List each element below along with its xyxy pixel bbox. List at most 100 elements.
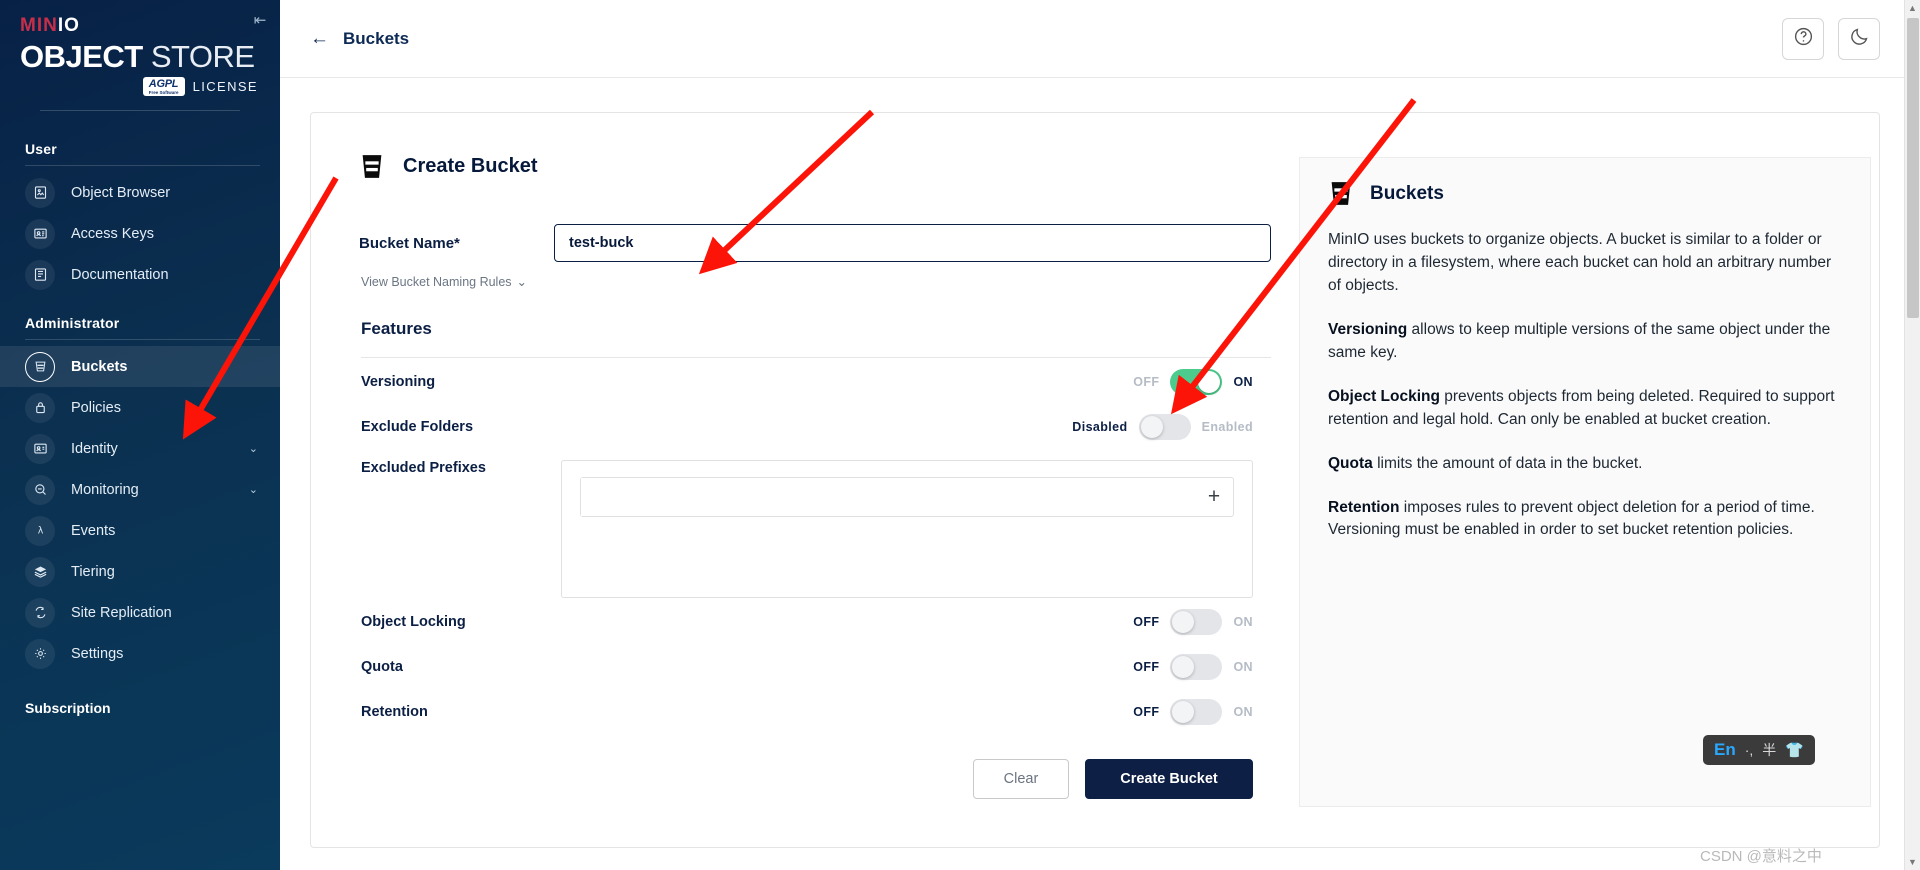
scroll-up-icon[interactable]: ▲: [1908, 3, 1917, 13]
features-heading: Features: [361, 318, 432, 338]
minio-io-text: IO: [57, 15, 80, 36]
shirt-icon[interactable]: 👕: [1785, 741, 1804, 759]
info-paragraph-versioning: Versioning allows to keep multiple versi…: [1328, 319, 1842, 365]
collapse-sidebar-button[interactable]: ⇤: [248, 8, 272, 32]
sidebar-item-object-browser[interactable]: Object Browser: [0, 172, 280, 213]
bucket-name-label: Bucket Name*: [359, 234, 460, 252]
sidebar-label: Documentation: [71, 266, 169, 283]
create-bucket-button[interactable]: Create Bucket: [1085, 758, 1253, 799]
clear-button[interactable]: Clear: [973, 758, 1069, 799]
sidebar-label: Site Replication: [71, 604, 172, 621]
bucket-icon: [25, 351, 55, 382]
sidebar-item-access-keys[interactable]: Access Keys: [0, 213, 280, 254]
bucket-icon: [1331, 182, 1351, 205]
sidebar-label: Policies: [71, 399, 121, 416]
info-paragraph-retention: Retention imposes rules to prevent objec…: [1328, 497, 1842, 543]
versioning-row: Versioning OFF ON: [351, 362, 1271, 403]
exclude-folders-toggle-area: Disabled Enabled: [561, 414, 1271, 440]
sidebar-item-tiering[interactable]: Tiering: [0, 551, 280, 592]
info-term-retention: Retention: [1328, 498, 1400, 516]
quota-toggle[interactable]: [1170, 654, 1223, 680]
breadcrumb-label: Buckets: [343, 28, 410, 48]
ime-punctuation-label: ·,: [1744, 742, 1754, 758]
sidebar-divider: [40, 110, 240, 112]
sidebar-item-events[interactable]: λ Events: [0, 510, 280, 551]
moon-icon: [1849, 26, 1870, 52]
object-text: OBJECT: [20, 39, 143, 74]
lambda-icon: λ: [25, 515, 55, 546]
info-text-retention: imposes rules to prevent object deletion…: [1328, 498, 1815, 539]
plus-icon[interactable]: +: [1195, 478, 1233, 516]
dark-mode-button[interactable]: [1838, 17, 1880, 60]
quota-on-text: ON: [1233, 660, 1253, 674]
form-title: Create Bucket: [403, 155, 538, 177]
form-header: Create Bucket: [359, 153, 1271, 180]
sidebar-section-user: User: [25, 141, 57, 158]
create-bucket-form: Create Bucket Bucket Name* View Bucket N…: [341, 139, 1271, 847]
sidebar-label: Identity: [71, 440, 118, 457]
bucket-name-input[interactable]: [554, 224, 1271, 262]
chevron-down-icon[interactable]: ⌄: [249, 442, 258, 455]
sidebar-user-rule: [25, 165, 260, 167]
object-locking-toggle[interactable]: [1170, 609, 1223, 635]
retention-on-text: ON: [1233, 705, 1253, 719]
page-scrollbar[interactable]: ▲ ▼: [1904, 0, 1920, 870]
sidebar-item-buckets[interactable]: Buckets: [0, 346, 280, 388]
sidebar-label: Object Browser: [71, 184, 171, 201]
toggle-knob: [1172, 701, 1195, 723]
sidebar-item-policies[interactable]: Policies: [0, 387, 280, 428]
sidebar-label: Access Keys: [71, 225, 154, 242]
sidebar: ⇤ MINIO OBJECT STORE AGPL Free Software …: [0, 0, 280, 870]
view-bucket-naming-rules-link[interactable]: View Bucket Naming Rules ⌄: [361, 274, 527, 290]
retention-toggle[interactable]: [1170, 699, 1223, 725]
versioning-toggle[interactable]: [1170, 369, 1223, 395]
retention-label: Retention: [361, 704, 428, 720]
info-term-quota: Quota: [1328, 454, 1373, 472]
excluded-prefix-input[interactable]: [581, 477, 1195, 516]
ime-indicator[interactable]: En ·, 半 👕: [1703, 735, 1815, 765]
quota-off-text: OFF: [1133, 660, 1160, 674]
chevron-down-icon[interactable]: ⌄: [249, 483, 258, 496]
versioning-off-text: OFF: [1133, 375, 1160, 389]
exclude-folders-on-text: Enabled: [1201, 420, 1253, 434]
identity-icon: [25, 433, 55, 464]
agpl-subtext: Free Software: [148, 89, 179, 95]
arrow-left-icon[interactable]: ←: [310, 29, 329, 48]
help-button[interactable]: [1782, 17, 1824, 60]
breadcrumb[interactable]: ← Buckets: [310, 29, 409, 49]
sidebar-item-identity[interactable]: Identity ⌄: [0, 428, 280, 469]
object-locking-off-text: OFF: [1133, 615, 1160, 629]
toggle-knob: [1140, 416, 1163, 438]
sidebar-admin-rule: [25, 339, 260, 341]
naming-rules-label: View Bucket Naming Rules: [361, 274, 512, 289]
license-text: LICENSE: [192, 79, 258, 95]
retention-row: Retention OFF ON: [351, 692, 1271, 733]
sidebar-section-administrator: Administrator: [25, 315, 120, 332]
bucket-name-input-wrap: [554, 224, 1271, 262]
exclude-folders-row: Exclude Folders Disabled Enabled: [351, 407, 1271, 448]
access-keys-icon: [25, 218, 55, 249]
scrollbar-thumb[interactable]: [1907, 18, 1919, 318]
sidebar-item-settings[interactable]: Settings: [0, 633, 280, 674]
documentation-icon: [25, 259, 55, 290]
versioning-toggle-area: OFF ON: [561, 369, 1271, 395]
info-paragraph-quota: Quota limits the amount of data in the b…: [1328, 453, 1842, 476]
form-actions: Clear Create Bucket: [351, 758, 1271, 799]
info-header: Buckets: [1328, 180, 1842, 207]
scroll-down-icon[interactable]: ▼: [1908, 857, 1917, 867]
ime-language-label: En: [1714, 740, 1736, 759]
info-paragraph-object-locking: Object Locking prevents objects from bei…: [1328, 386, 1842, 432]
toggle-knob: [1172, 611, 1195, 633]
info-text-quota: limits the amount of data in the bucket.: [1372, 454, 1643, 472]
store-text: STORE: [150, 39, 255, 74]
object-locking-on-text: ON: [1233, 615, 1253, 629]
sidebar-item-documentation[interactable]: Documentation: [0, 254, 280, 295]
replication-icon: [25, 597, 55, 628]
sidebar-item-site-replication[interactable]: Site Replication: [0, 592, 280, 633]
top-header: ← Buckets: [280, 0, 1920, 78]
sidebar-item-monitoring[interactable]: Monitoring ⌄: [0, 469, 280, 510]
sidebar-label: Monitoring: [71, 481, 139, 498]
monitoring-icon: [25, 474, 55, 505]
minio-wordmark: MINIO: [20, 16, 260, 35]
exclude-folders-toggle[interactable]: [1138, 414, 1191, 440]
